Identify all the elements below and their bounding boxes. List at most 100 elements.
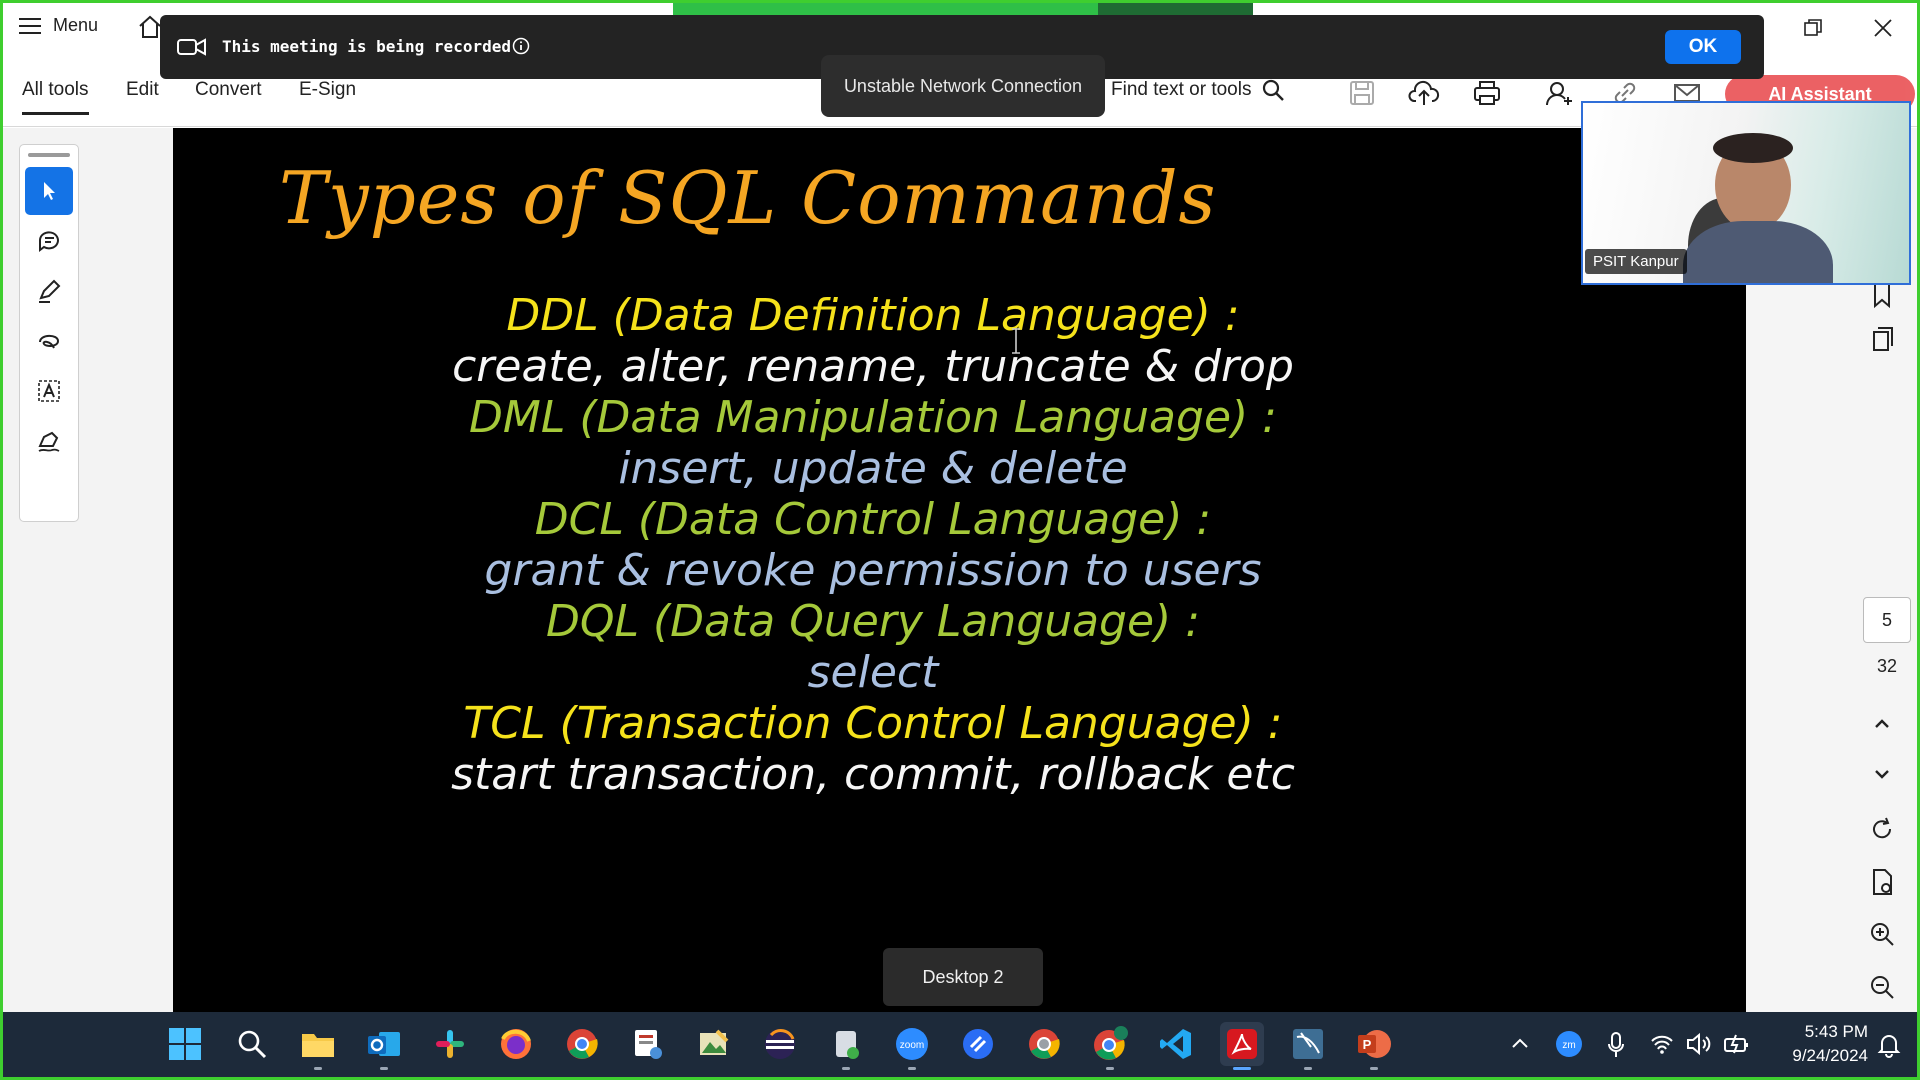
comment-tool-button[interactable] [25, 217, 73, 265]
restore-icon [1804, 19, 1822, 36]
quick-tools-bar [19, 144, 79, 522]
rotate-icon[interactable] [1866, 813, 1898, 845]
link-app-icon [963, 1029, 993, 1059]
taskbar-scaler[interactable] [956, 1022, 1000, 1066]
menu-button[interactable]: Menu [19, 15, 98, 36]
page-settings-icon[interactable] [1866, 866, 1898, 898]
tcl-heading: TCL (Transaction Control Language) : [463, 698, 1283, 749]
zoom-icon: zoom [896, 1028, 928, 1060]
app-window: Menu All tools Edit Convert E-Sign Find … [3, 3, 1917, 1077]
taskbar-chrome-3[interactable] [1088, 1022, 1132, 1070]
highlight-tool-button[interactable] [25, 267, 73, 315]
close-button[interactable] [1863, 11, 1903, 45]
zoom-out-icon[interactable] [1866, 971, 1898, 1003]
acrobat-icon [1227, 1029, 1257, 1059]
microphone-icon[interactable] [1606, 1031, 1626, 1059]
dql-heading: DQL (Data Query Language) : [545, 596, 1201, 647]
snipping-tool-icon [635, 1030, 662, 1059]
copy-pages-icon[interactable] [1866, 323, 1898, 355]
taskbar-firefox[interactable] [494, 1022, 538, 1066]
taskbar-search[interactable] [230, 1022, 274, 1066]
running-indicator [842, 1067, 850, 1070]
dcl-heading: DCL (Data Control Language) : [534, 494, 1212, 545]
draw-tool-button[interactable] [25, 317, 73, 365]
current-page-input[interactable]: 5 [1863, 597, 1911, 643]
taskbar-chrome-2[interactable] [1022, 1022, 1066, 1066]
sign-tool-button[interactable] [25, 417, 73, 465]
desktop-switch-toast: Desktop 2 [883, 948, 1043, 1006]
folder-icon [302, 1034, 334, 1057]
total-pages: 32 [1876, 656, 1898, 676]
pen-icon [39, 279, 61, 303]
find-label: Find text or tools [1111, 79, 1252, 100]
select-tool-button[interactable] [25, 167, 73, 215]
clock-date: 9/24/2024 [1792, 1046, 1868, 1065]
start-button[interactable] [163, 1022, 207, 1066]
volume-icon[interactable] [1686, 1032, 1712, 1056]
image-editor-icon [700, 1029, 729, 1055]
dml-commands: insert, update & delete [618, 443, 1128, 494]
recording-text: This meeting is being recorded [222, 37, 511, 56]
taskbar-snipping-tool[interactable] [626, 1022, 670, 1066]
svg-text:zoom: zoom [900, 1040, 924, 1051]
mysql-workbench-icon [1293, 1029, 1323, 1059]
drag-handle[interactable] [28, 153, 70, 157]
comment-icon [39, 231, 59, 252]
running-indicator [314, 1067, 322, 1070]
hair-blob [1713, 133, 1793, 163]
system-clock[interactable]: 5:43 PM 9/24/2024 [1768, 1020, 1868, 1068]
taskbar-mysql-workbench[interactable] [1286, 1022, 1330, 1070]
hamburger-icon [19, 17, 41, 34]
cursor-icon [44, 182, 55, 200]
ok-button[interactable]: OK [1665, 30, 1741, 64]
taskbar-outlook[interactable] [362, 1022, 406, 1070]
freehand-icon [39, 334, 60, 349]
taskbar-eclipse[interactable] [758, 1022, 802, 1066]
tab-all-tools[interactable]: All tools [22, 79, 89, 115]
participant-video[interactable]: PSIT Kanpur [1581, 101, 1911, 285]
close-icon [1874, 19, 1892, 37]
taskbar-image-viewer[interactable] [692, 1022, 736, 1066]
zoom-in-icon[interactable] [1866, 918, 1898, 950]
menu-label: Menu [53, 15, 99, 35]
taskbar-chrome[interactable] [560, 1022, 604, 1066]
taskbar-acrobat[interactable] [1220, 1022, 1264, 1070]
battery-charging-icon[interactable] [1723, 1033, 1751, 1055]
shirt-blob [1683, 221, 1833, 283]
save-icon[interactable] [1346, 77, 1378, 109]
notification-bell-icon[interactable] [1876, 1032, 1902, 1058]
taskbar-slack[interactable] [428, 1022, 472, 1066]
chrome-icon [567, 1029, 598, 1059]
print-icon[interactable] [1471, 77, 1503, 109]
tcl-commands: start transaction, commit, rollback etc [451, 749, 1295, 800]
text-tool-button[interactable] [25, 367, 73, 415]
wifi-icon[interactable] [1650, 1033, 1674, 1055]
running-indicator [908, 1067, 916, 1070]
taskbar-vscode[interactable] [1154, 1022, 1198, 1066]
running-indicator [1370, 1067, 1378, 1070]
zoom-tray-icon[interactable]: zm [1555, 1030, 1583, 1058]
signature-pen-icon [38, 431, 60, 452]
restore-button[interactable] [1793, 11, 1833, 45]
find-text-or-tools[interactable]: Find text or tools [1111, 78, 1285, 102]
tab-esign[interactable]: E-Sign [299, 79, 356, 101]
firefox-icon [501, 1029, 531, 1059]
tab-edit[interactable]: Edit [126, 79, 159, 101]
chrome-icon [1029, 1029, 1060, 1059]
page-down-icon[interactable] [1866, 758, 1898, 790]
page-up-icon[interactable] [1866, 708, 1898, 740]
taskbar-disk-tool[interactable] [824, 1022, 868, 1070]
running-indicator [380, 1067, 388, 1070]
slide-title: Types of SQL Commands [279, 156, 1217, 240]
powerpoint-icon: P [1358, 1030, 1391, 1058]
chevron-up-icon[interactable] [1510, 1036, 1530, 1050]
taskbar-powerpoint[interactable]: P [1352, 1022, 1396, 1070]
ddl-commands: create, alter, rename, truncate & drop [452, 341, 1294, 392]
taskbar-file-explorer[interactable] [296, 1022, 340, 1070]
tab-convert[interactable]: Convert [195, 79, 262, 101]
cloud-upload-icon[interactable] [1408, 77, 1440, 109]
taskbar-zoom[interactable]: zoom [890, 1022, 934, 1070]
running-indicator [1304, 1067, 1312, 1070]
info-icon[interactable] [512, 37, 530, 55]
share-user-icon[interactable] [1543, 77, 1575, 109]
